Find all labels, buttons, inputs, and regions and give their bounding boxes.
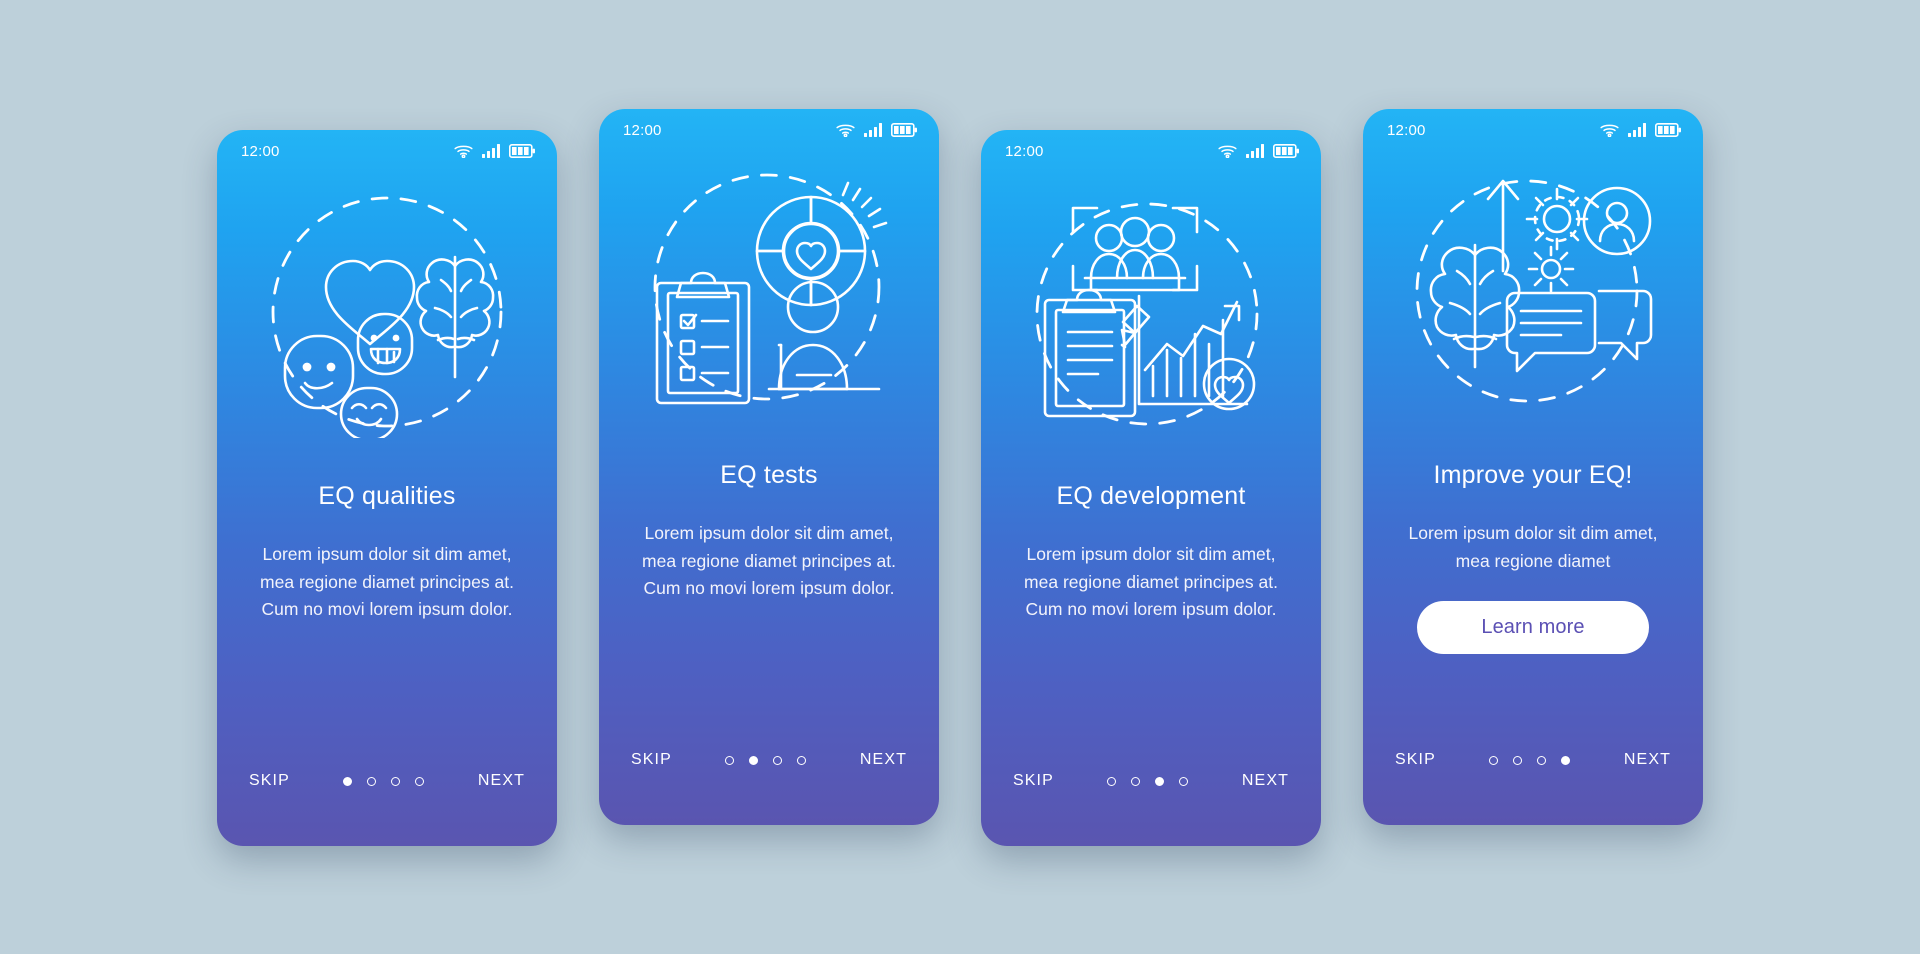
next-button[interactable]: NEXT xyxy=(1622,747,1673,773)
battery-icon xyxy=(1655,123,1681,137)
status-bar-icons xyxy=(1218,144,1299,158)
onboarding-screen-eq-qualities: 12:00 EQ qualities Lorem ipsum dolor sit… xyxy=(217,130,557,846)
status-bar: 12:00 xyxy=(217,130,557,172)
onboarding-screen-eq-development: 12:00 EQ development Lorem ipsum dolor s… xyxy=(981,130,1321,846)
pagination-dots xyxy=(1107,776,1189,786)
page-title: Improve your EQ! xyxy=(1433,461,1633,489)
pagination-dot-4[interactable] xyxy=(797,755,807,765)
status-bar-icons xyxy=(836,123,917,137)
skip-button[interactable]: SKIP xyxy=(629,747,674,773)
onboarding-screen-eq-tests: 12:00 EQ tests Lorem ipsum dolor sit dim… xyxy=(599,109,939,825)
pagination-dots xyxy=(725,755,807,765)
learn-more-button[interactable]: Learn more xyxy=(1417,601,1649,655)
battery-icon xyxy=(1273,144,1299,158)
wifi-icon xyxy=(836,123,855,137)
bottom-navigation: SKIP NEXT xyxy=(599,747,939,773)
skip-button[interactable]: SKIP xyxy=(1393,747,1438,773)
signal-bars-icon xyxy=(1628,123,1646,137)
status-bar-clock: 12:00 xyxy=(1005,142,1044,160)
status-bar: 12:00 xyxy=(981,130,1321,172)
pagination-dot-1[interactable] xyxy=(1489,755,1499,765)
onboarding-screen-improve-your-eq: 12:00 Improve your EQ! Lorem ipsum dolor… xyxy=(1363,109,1703,825)
pagination-dot-1[interactable] xyxy=(725,755,735,765)
status-bar-clock: 12:00 xyxy=(241,142,280,160)
page-title: EQ qualities xyxy=(318,482,456,510)
page-body-text: Lorem ipsum dolor sit dim amet, mea regi… xyxy=(1024,544,1278,620)
signal-bars-icon xyxy=(1246,144,1264,158)
status-bar-clock: 12:00 xyxy=(1387,121,1426,139)
bottom-navigation: SKIP NEXT xyxy=(981,768,1321,794)
wifi-icon xyxy=(1600,123,1619,137)
signal-bars-icon xyxy=(864,123,882,137)
status-bar-clock: 12:00 xyxy=(623,121,662,139)
pagination-dot-2[interactable] xyxy=(1513,755,1523,765)
illustration-heart-brain-smileys xyxy=(217,172,557,446)
illustration-brain-gears-chat xyxy=(1363,151,1703,425)
status-bar-icons xyxy=(454,144,535,158)
illustration-clipboard-chart-person xyxy=(599,151,939,425)
pagination-dot-2[interactable] xyxy=(1131,776,1141,786)
next-button[interactable]: NEXT xyxy=(858,747,909,773)
page-body-text: Lorem ipsum dolor sit dim amet, mea regi… xyxy=(1408,523,1658,571)
battery-icon xyxy=(509,144,535,158)
page-title: EQ development xyxy=(1056,482,1246,510)
bottom-navigation: SKIP NEXT xyxy=(1363,747,1703,773)
illustration-team-clipboard-growth xyxy=(981,172,1321,446)
next-button[interactable]: NEXT xyxy=(1240,768,1291,794)
pagination-dot-3[interactable] xyxy=(391,776,401,786)
wifi-icon xyxy=(454,144,473,158)
pagination-dot-3[interactable] xyxy=(1537,755,1547,765)
page-body-text: Lorem ipsum dolor sit dim amet, mea regi… xyxy=(642,523,896,599)
pagination-dot-2[interactable] xyxy=(749,755,759,765)
skip-button[interactable]: SKIP xyxy=(247,768,292,794)
pagination-dot-3[interactable] xyxy=(773,755,783,765)
pagination-dot-2[interactable] xyxy=(367,776,377,786)
pagination-dot-1[interactable] xyxy=(343,776,353,786)
wifi-icon xyxy=(1218,144,1237,158)
page-title: EQ tests xyxy=(720,461,818,489)
status-bar: 12:00 xyxy=(1363,109,1703,151)
onboarding-screens-stage: 12:00 EQ qualities Lorem ipsum dolor sit… xyxy=(0,0,1920,954)
cta-container: Learn more xyxy=(1363,601,1703,655)
pagination-dots xyxy=(343,776,425,786)
next-button[interactable]: NEXT xyxy=(476,768,527,794)
skip-button[interactable]: SKIP xyxy=(1011,768,1056,794)
battery-icon xyxy=(891,123,917,137)
pagination-dot-3[interactable] xyxy=(1155,776,1165,786)
status-bar: 12:00 xyxy=(599,109,939,151)
pagination-dot-4[interactable] xyxy=(415,776,425,786)
bottom-navigation: SKIP NEXT xyxy=(217,768,557,794)
status-bar-icons xyxy=(1600,123,1681,137)
pagination-dot-4[interactable] xyxy=(1179,776,1189,786)
pagination-dots xyxy=(1489,755,1571,765)
signal-bars-icon xyxy=(482,144,500,158)
pagination-dot-4[interactable] xyxy=(1561,755,1571,765)
pagination-dot-1[interactable] xyxy=(1107,776,1117,786)
page-body-text: Lorem ipsum dolor sit dim amet, mea regi… xyxy=(260,544,514,620)
